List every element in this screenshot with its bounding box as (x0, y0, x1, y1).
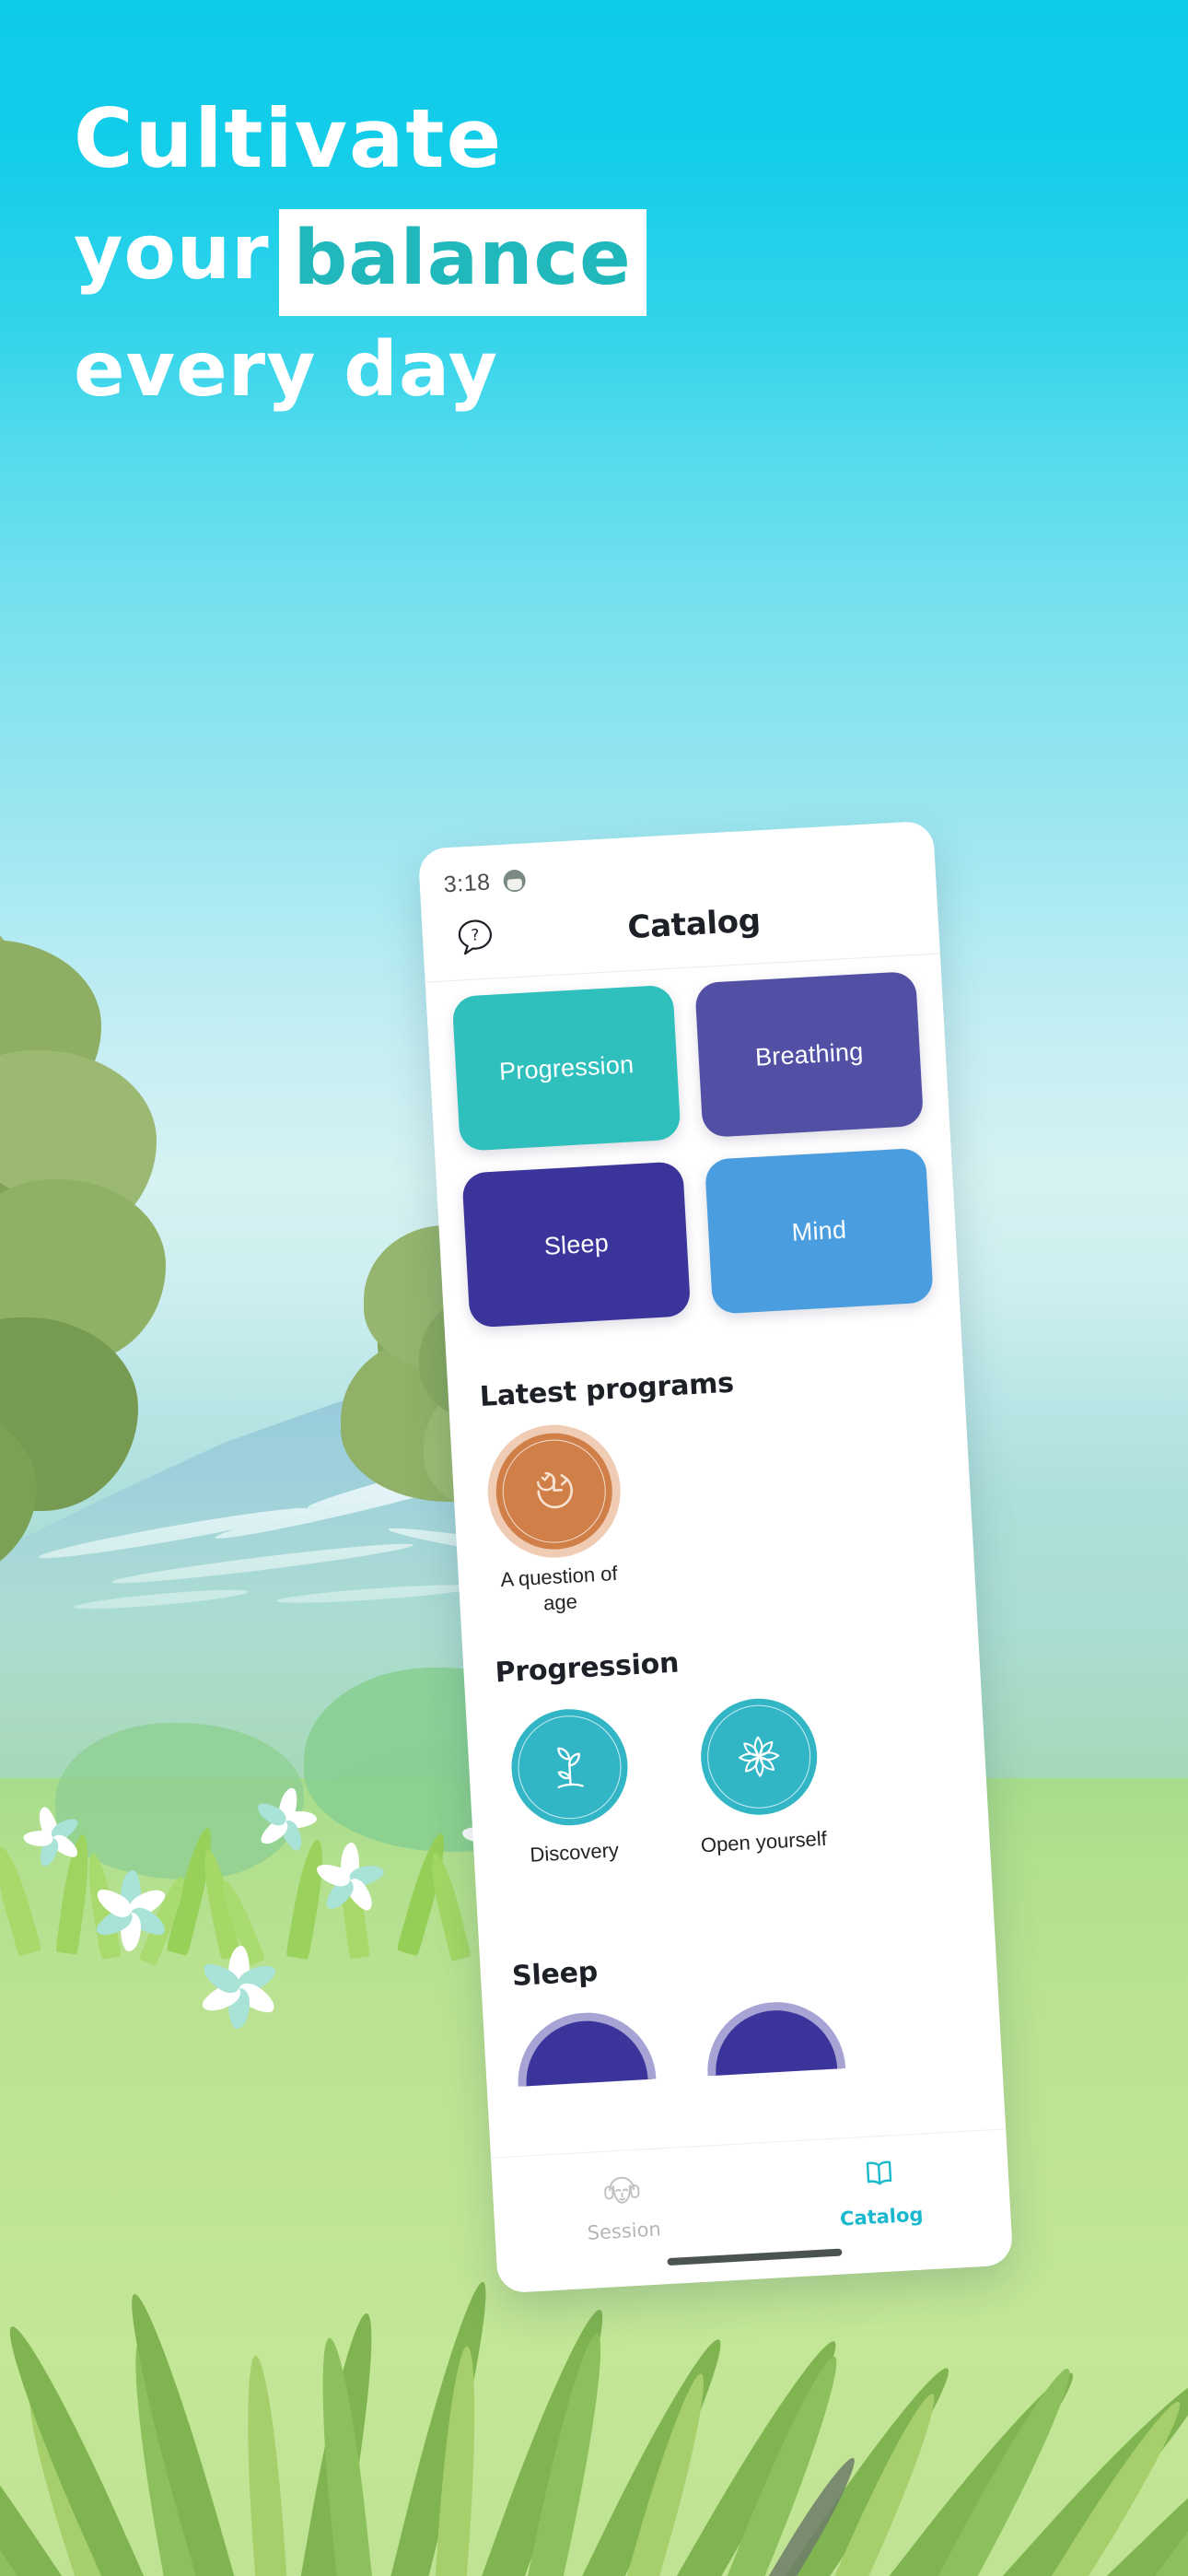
program-item-discovery[interactable]: Discovery (497, 1705, 644, 1869)
headline-line-1: Cultivate (74, 91, 504, 186)
screenshot-root: Cultivate your balance every day 3:18 ? C… (0, 0, 1188, 2576)
category-tile-label: Mind (790, 1215, 847, 1247)
hero-headline: Cultivate your balance every day (74, 85, 718, 425)
sprout-icon (557, 1747, 584, 1789)
program-label: Discovery (529, 1838, 620, 1867)
section-latest-programs: Latest programs A question of age (448, 1354, 976, 1622)
sleep-card-half-circle (704, 1998, 846, 2077)
home-indicator[interactable] (667, 2248, 843, 2266)
program-icon-circle (508, 1705, 631, 1829)
program-row (514, 1992, 971, 2087)
lotus-flower-icon (739, 1736, 780, 1777)
program-item-sleep-2[interactable] (704, 1998, 846, 2077)
program-row: A question of age (482, 1411, 944, 1619)
open-book-icon (866, 2160, 892, 2185)
question-bubble-icon[interactable]: ? (453, 914, 497, 958)
program-item-sleep-1[interactable] (514, 2008, 657, 2087)
category-tile-label: Sleep (542, 1228, 610, 1260)
tab-session[interactable]: Session (492, 2159, 753, 2250)
category-tile-progression[interactable]: Progression (451, 984, 681, 1152)
phone-mockup: 3:18 ? Catalog Progression Breathing Sle… (417, 820, 1014, 2294)
tab-catalog[interactable]: Catalog (750, 2144, 1011, 2235)
section-sleep: Sleep (480, 1934, 1002, 2089)
flower (253, 1786, 320, 1854)
headline-line-2-prefix: your (74, 209, 270, 297)
headline-line-2: your balance (74, 199, 718, 316)
headphones-face-icon (604, 2176, 640, 2204)
category-tile-breathing[interactable]: Breathing (694, 970, 925, 1139)
page-title: Catalog (626, 902, 762, 947)
grass-tuft (425, 1850, 472, 1961)
category-tile-label: Progression (498, 1049, 635, 1085)
clock-check-icon (536, 1471, 573, 1509)
category-tile-sleep[interactable]: Sleep (461, 1161, 692, 1329)
tab-label: Session (587, 2218, 662, 2244)
category-tile-grid: Progression Breathing Sleep Mind (426, 969, 960, 1329)
program-item-a-question-of-age[interactable]: A question of age (482, 1430, 630, 1620)
petal (23, 1830, 53, 1847)
flower (23, 1805, 84, 1869)
flower (87, 1870, 170, 1953)
category-tile-label: Breathing (754, 1036, 865, 1071)
program-label: Open yourself (700, 1826, 828, 1857)
flower (193, 1944, 282, 2032)
tree-left (0, 884, 304, 1640)
sleep-card-half-circle (514, 2008, 657, 2087)
section-title: Latest programs (478, 1366, 735, 1413)
headline-highlight-balance: balance (278, 209, 646, 316)
section-title: Progression (494, 1646, 681, 1690)
section-progression: Progression Discovery Open yourself (463, 1630, 990, 1871)
tab-label: Catalog (839, 2203, 925, 2231)
section-title: Sleep (511, 1955, 599, 1994)
status-bar-time: 3:18 (442, 869, 492, 897)
program-label: A question of age (499, 1561, 619, 1615)
bottom-tab-bar: Session Catalog (490, 2128, 1014, 2294)
grass-blade (239, 2354, 289, 2576)
flower (313, 1843, 387, 1916)
program-icon-circle (697, 1695, 821, 1819)
program-row: Discovery Open yourself (497, 1688, 959, 1869)
category-tile-mind[interactable]: Mind (704, 1147, 934, 1315)
svg-text:?: ? (471, 926, 480, 944)
program-item-open-yourself[interactable]: Open yourself (687, 1695, 833, 1859)
face-avatar-icon (502, 869, 527, 893)
program-icon-circle (493, 1430, 616, 1553)
headline-line-3: every day (74, 326, 499, 414)
